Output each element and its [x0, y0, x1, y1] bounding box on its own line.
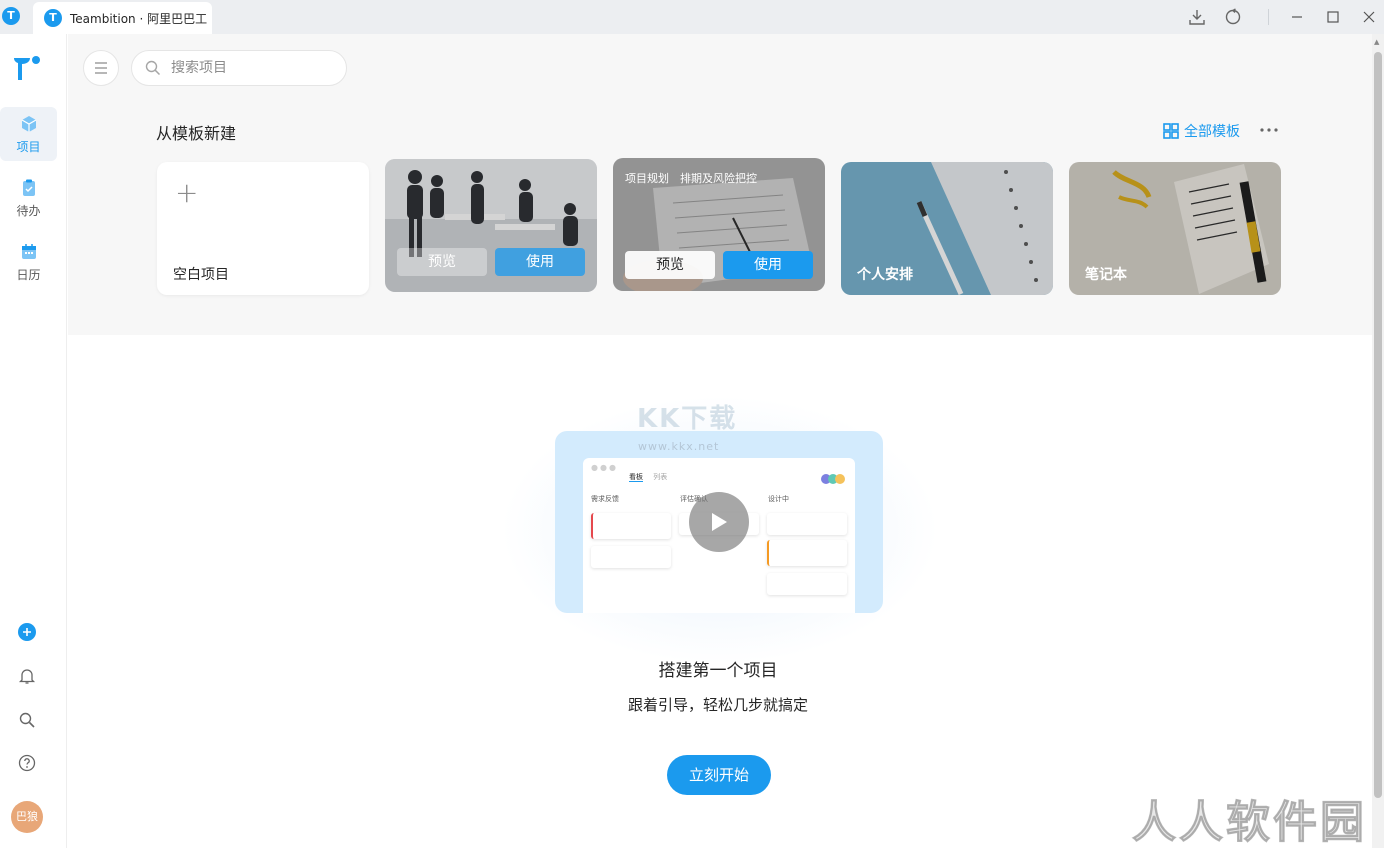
window-dots: ●●● [591, 463, 618, 472]
watermark-corner: 人人软件园 [1132, 797, 1367, 848]
watermark-kk: KK下载 [637, 404, 738, 434]
search-input[interactable] [171, 60, 321, 76]
card-action-row: 预览 使用 [397, 248, 585, 276]
play-video-button[interactable] [689, 492, 749, 552]
template-card-team[interactable]: 预览 使用 [385, 159, 597, 292]
sidebar-item-label: 项目 [16, 139, 41, 154]
sidebar-item-calendar[interactable]: 日历 [0, 235, 57, 289]
mini-col-title: 需求反馈 [591, 495, 619, 503]
cube-icon [21, 115, 36, 132]
preview-button[interactable]: 预览 [397, 248, 487, 276]
help-circle-icon [18, 754, 36, 772]
mini-tab-list: 列表 [653, 473, 668, 481]
use-button[interactable]: 使用 [723, 251, 813, 279]
add-button[interactable] [14, 619, 40, 645]
start-now-button[interactable]: 立刻开始 [667, 755, 771, 795]
planning-card-title: 项目规划 排期及风险把控 [625, 172, 757, 185]
plus-circle-icon [18, 623, 36, 641]
close-icon[interactable] [1356, 4, 1382, 30]
watermark-url: www.kkx.net [638, 440, 720, 453]
maximize-icon[interactable] [1320, 4, 1346, 30]
template-card-notebook[interactable]: 笔记本 [1069, 162, 1281, 295]
search-box [131, 50, 347, 86]
empty-state-title: 搭建第一个项目 [658, 661, 778, 681]
mini-tabs: 看板 列表 [629, 472, 675, 482]
empty-state-subtitle: 跟着引导，轻松几步就搞定 [627, 696, 808, 714]
sidebar-item-todo[interactable]: 待办 [0, 171, 57, 225]
all-templates-link[interactable]: 全部模板 [1163, 121, 1240, 141]
sidebar-item-label: 待办 [16, 203, 41, 218]
download-icon[interactable] [1184, 4, 1210, 30]
blank-project-card[interactable]: + 空白项目 [157, 162, 369, 295]
more-options-button[interactable] [1259, 120, 1279, 140]
ellipsis-icon [1260, 128, 1278, 132]
menu-button[interactable] [83, 50, 119, 86]
calendar-icon [21, 243, 36, 259]
teambition-logo-icon[interactable] [12, 54, 42, 82]
template-card-planning[interactable]: 项目规划 排期及风险把控 预览 使用 [613, 158, 825, 291]
sidebar: 项目 待办 日历 巴狼 [0, 34, 67, 848]
mini-task-card [767, 573, 847, 595]
all-templates-label: 全部模板 [1184, 124, 1240, 140]
mini-col-title: 设计中 [768, 495, 789, 503]
app-logo-icon: T [2, 7, 20, 25]
hamburger-icon [95, 62, 107, 74]
mini-task-card [767, 513, 847, 535]
personal-card-label: 个人安排 [857, 267, 913, 283]
scroll-up-icon[interactable]: ▲ [1374, 38, 1382, 46]
template-card-personal[interactable]: 个人安排 [841, 162, 1053, 295]
title-bar: T T Teambition · 阿里巴巴工 [0, 0, 1384, 34]
tab-favicon-icon: T [44, 9, 62, 27]
clipboard-check-icon [22, 179, 35, 196]
refresh-icon[interactable] [1220, 4, 1246, 30]
plus-icon: + [175, 176, 199, 209]
tab-title: Teambition · 阿里巴巴工 [70, 11, 208, 26]
section-title: 从模板新建 [156, 124, 237, 143]
browser-tab[interactable]: T Teambition · 阿里巴巴工 [33, 2, 212, 34]
minimize-icon[interactable] [1284, 4, 1310, 30]
avatar[interactable]: 巴狼 [11, 801, 43, 833]
search-icon [145, 60, 161, 76]
mini-tab-board: 看板 [629, 473, 643, 482]
card-action-row: 预览 使用 [625, 251, 813, 279]
titlebar-divider [1268, 9, 1269, 25]
grid-icon [1163, 123, 1179, 139]
blank-project-label: 空白项目 [173, 267, 229, 283]
play-icon [712, 513, 727, 531]
scrollbar-thumb[interactable] [1374, 52, 1382, 798]
mini-task-card [591, 546, 671, 568]
mini-avatars [821, 474, 845, 484]
sidebar-item-projects[interactable]: 项目 [0, 107, 57, 161]
sidebar-item-label: 日历 [16, 267, 41, 282]
mini-task-card [591, 513, 671, 539]
help-button[interactable] [14, 750, 40, 776]
mini-task-card [767, 540, 847, 566]
use-button[interactable]: 使用 [495, 248, 585, 276]
preview-button[interactable]: 预览 [625, 251, 715, 279]
notebook-card-label: 笔记本 [1085, 267, 1127, 283]
